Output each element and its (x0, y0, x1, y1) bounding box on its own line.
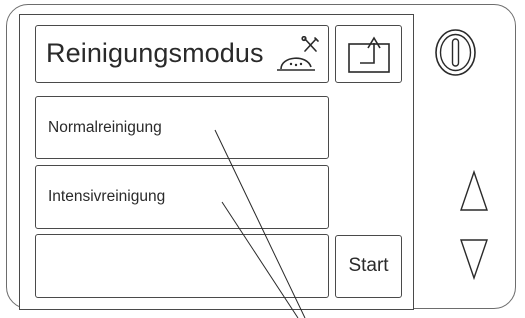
option-intensive-cleaning[interactable]: Intensivreinigung (35, 165, 329, 229)
up-triangle-icon[interactable] (459, 170, 489, 212)
touch-screen: Reinigungsmodus Normalreinigung Intensiv… (19, 14, 414, 310)
option-empty[interactable] (35, 234, 329, 298)
power-icon[interactable] (434, 28, 477, 77)
page-title: Reinigungsmodus (46, 38, 264, 68)
cleaning-tools-icon (277, 36, 319, 71)
down-triangle-icon[interactable] (459, 238, 489, 280)
back-button[interactable] (335, 25, 402, 83)
option-normal-cleaning[interactable]: Normalreinigung (35, 96, 329, 159)
option-label: Normalreinigung (48, 119, 162, 136)
back-arrow-icon (348, 36, 390, 73)
start-label: Start (348, 255, 389, 276)
start-button[interactable]: Start (335, 235, 402, 298)
option-label: Intensivreinigung (48, 188, 166, 205)
title-bar: Reinigungsmodus (35, 25, 329, 83)
